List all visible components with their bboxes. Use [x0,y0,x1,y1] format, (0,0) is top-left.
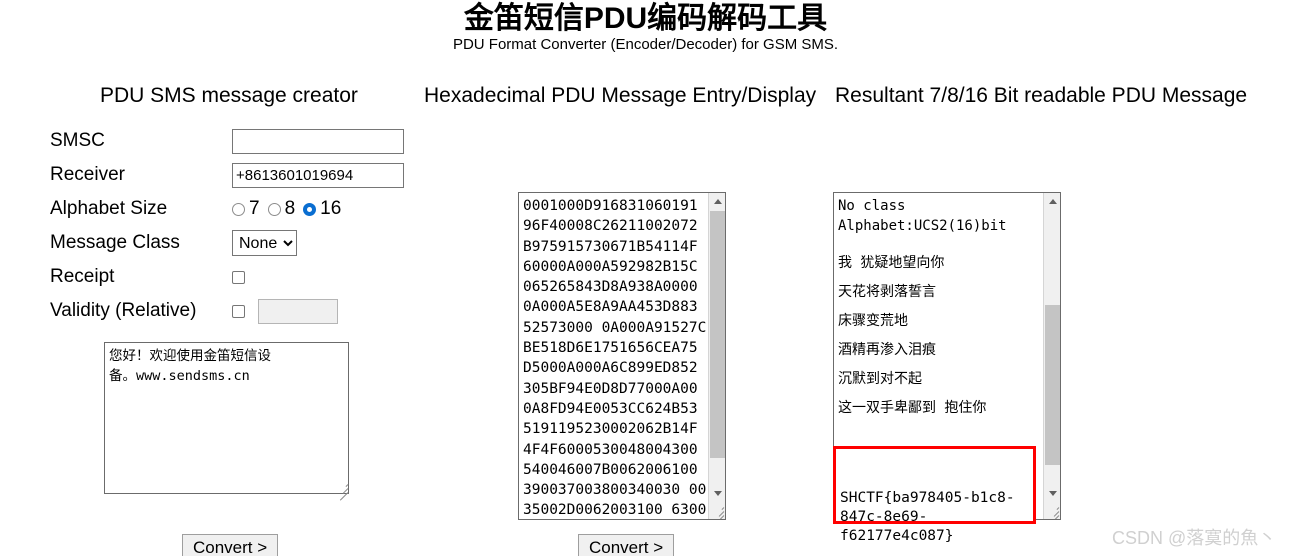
receipt-checkbox[interactable] [232,270,258,284]
radio-dot-icon [267,202,281,216]
smsc-input[interactable] [232,128,404,154]
scroll-down-arrow-icon[interactable] [1044,485,1060,502]
label-receipt: Receipt [50,266,115,287]
readable-line: 沉默到对不起 [838,371,922,387]
heading-readable-pdu: Resultant 7/8/16 Bit readable PDU Messag… [835,84,1248,107]
message-textarea[interactable]: 您好！欢迎使用金笛短信设 备。www.sendsms.cn [104,342,349,494]
scroll-down-arrow-icon[interactable] [709,485,725,502]
radio-alphabet-16[interactable]: 16 [303,199,341,219]
radio-dot-selected-icon [303,202,317,216]
label-alphabet-size: Alphabet Size [50,198,168,219]
receiver-input[interactable] [232,162,404,188]
readable-header-lines: No class Alphabet:UCS2(16)bit [838,198,1007,234]
readable-line: 床骤变荒地 [838,313,908,329]
form-row-alphabet-size: Alphabet Size 7 8 16 [50,192,470,226]
flag-highlight-box: SHCTF{ba978405-b1c8- 847c-8e69- f62177e4… [833,446,1036,544]
page-subtitle: PDU Format Converter (Encoder/Decoder) f… [452,36,839,53]
radio-label-16: 16 [320,198,342,219]
validity-checkbox[interactable] [232,304,258,318]
hex-pdu-panel[interactable]: 0001000D916831060191 96F40008C2621100207… [518,192,726,520]
convert-button-middle[interactable]: Convert > [578,534,675,556]
page-root: 金笛短信PDU编码解码工具 PDU Format Converter (Enco… [0,0,1291,556]
label-validity: Validity (Relative) [50,300,197,321]
scrollbar-thumb[interactable] [710,211,725,458]
pdu-creator-form: SMSC Receiver Alphabet Size 7 [50,124,470,328]
form-row-message-class: Message Class None [50,226,470,260]
radio-alphabet-8[interactable]: 8 [267,198,296,219]
scroll-up-arrow-icon[interactable] [1044,193,1060,210]
readable-line: 我 犹疑地望向你 [838,255,945,271]
panel-resize-grip-icon[interactable] [709,502,725,519]
readable-line: 酒精再渗入泪痕 [838,342,936,358]
scrollbar-thumb[interactable] [1045,305,1060,465]
page-title: 金笛短信PDU编码解码工具 [463,2,828,35]
label-smsc: SMSC [50,130,105,151]
watermark: CSDN @落寞的魚丶 [1112,528,1277,548]
hex-panel-scrollbar[interactable] [708,193,725,519]
radio-label-7: 7 [249,198,260,219]
hex-pdu-text[interactable]: 0001000D916831060191 96F40008C2621100207… [519,193,708,519]
validity-input[interactable] [258,298,338,324]
alphabet-size-radio-group: 7 8 16 [232,199,349,219]
form-row-smsc: SMSC [50,124,470,158]
checkbox-icon [232,270,245,284]
convert-button-left[interactable]: Convert > [182,534,279,556]
form-row-receiver: Receiver [50,158,470,192]
form-row-validity: Validity (Relative) [50,294,470,328]
readable-line: 天花将剥落誓言 [838,284,936,300]
heading-hex-pdu: Hexadecimal PDU Message Entry/Display [424,84,817,107]
flag-text: SHCTF{ba978405-b1c8- 847c-8e69- f62177e4… [840,490,1015,544]
label-receiver: Receiver [50,164,125,185]
readable-line: 这一双手卑鄙到 抱住你 [838,400,987,416]
radio-dot-icon [232,202,245,216]
panel-resize-grip-icon[interactable] [1044,502,1060,519]
heading-message-creator: PDU SMS message creator [100,84,358,107]
label-message-class: Message Class [50,232,180,253]
radio-label-8: 8 [284,198,296,219]
message-class-select[interactable]: None [232,230,297,256]
readable-panel-scrollbar[interactable] [1043,193,1060,519]
radio-alphabet-7[interactable]: 7 [232,199,260,219]
form-row-receipt: Receipt [50,260,470,294]
checkbox-icon [232,304,245,318]
scroll-up-arrow-icon[interactable] [709,193,725,210]
